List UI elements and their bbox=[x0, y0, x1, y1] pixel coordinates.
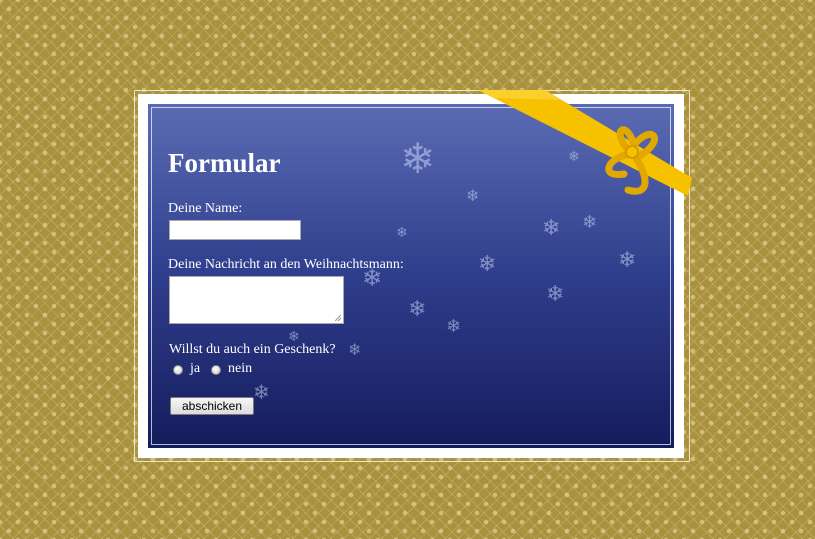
snowflake-icon: ❄ bbox=[253, 380, 270, 404]
snowflake-icon: ❄ bbox=[478, 252, 497, 277]
name-input[interactable] bbox=[169, 220, 301, 240]
message-label: Deine Nachricht an den Weihnachtsmann: bbox=[168, 257, 404, 272]
snowflake-icon: ❄ bbox=[396, 225, 408, 241]
form-panel: ❄ ❄ ❄ ❄ ❄ ❄ ❄ ❄ ❄ ❄ ❄ ❄ ❄ ❄ ❄ Formular D… bbox=[148, 104, 674, 448]
snowflake-icon: ❄ bbox=[582, 212, 598, 233]
gift-question-label: Willst du auch ein Geschenk? bbox=[169, 342, 336, 357]
card: ❄ ❄ ❄ ❄ ❄ ❄ ❄ ❄ ❄ ❄ ❄ ❄ ❄ ❄ ❄ Formular D… bbox=[138, 94, 684, 458]
snowflake-icon: ❄ bbox=[348, 340, 362, 359]
snowflake-icon: ❄ bbox=[568, 149, 580, 165]
snowflake-icon: ❄ bbox=[546, 282, 565, 307]
snowflake-icon: ❄ bbox=[542, 216, 561, 241]
radio-ja-label: ja bbox=[190, 361, 201, 376]
snowflake-icon: ❄ bbox=[466, 186, 480, 205]
radio-nein[interactable] bbox=[211, 365, 221, 375]
snowflake-icon: ❄ bbox=[400, 134, 436, 183]
name-label: Deine Name: bbox=[168, 201, 243, 216]
snowflake-icon: ❄ bbox=[446, 316, 462, 337]
message-textarea[interactable] bbox=[169, 276, 344, 324]
radio-ja[interactable] bbox=[173, 365, 183, 375]
radio-nein-label: nein bbox=[228, 361, 253, 376]
snowflake-icon: ❄ bbox=[618, 248, 637, 273]
form-title: Formular bbox=[168, 148, 281, 178]
submit-button[interactable]: abschicken bbox=[170, 397, 254, 415]
snowflake-icon: ❄ bbox=[408, 297, 427, 322]
